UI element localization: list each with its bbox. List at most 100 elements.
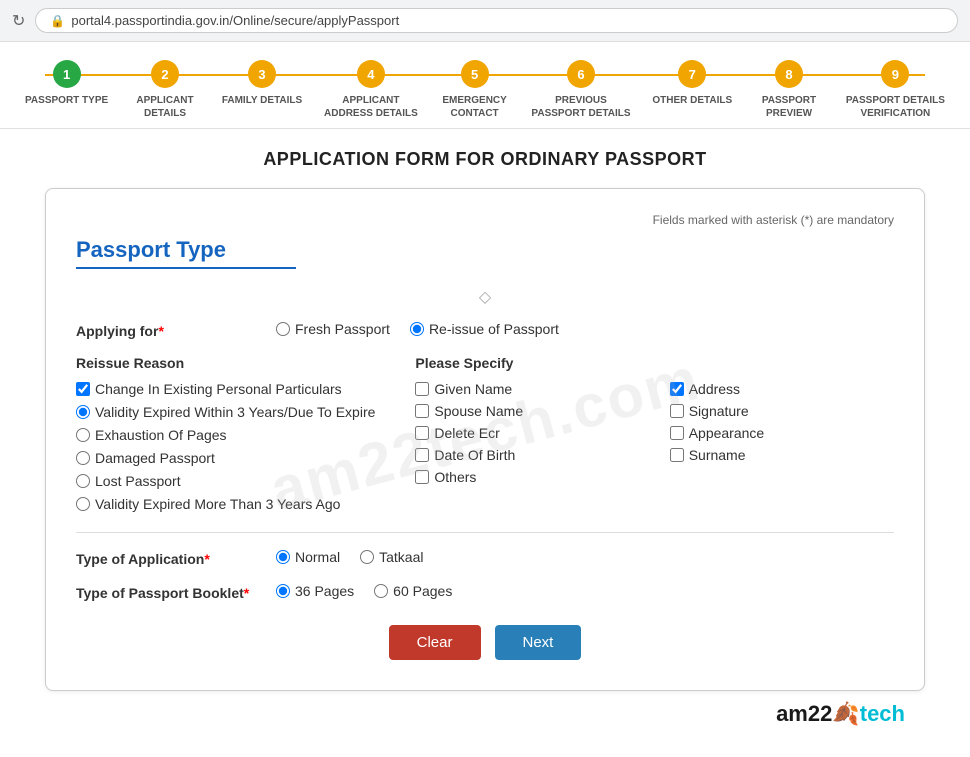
url-bar[interactable]: 🔒 portal4.passportindia.gov.in/Online/se…	[35, 8, 958, 33]
checkbox-signature[interactable]	[670, 404, 684, 418]
label-appearance: Appearance	[689, 425, 765, 441]
browser-bar: ↻ 🔒 portal4.passportindia.gov.in/Online/…	[0, 0, 970, 42]
type-of-booklet-controls: 36 Pages 60 Pages	[276, 583, 894, 599]
branding-leaf: 🍂	[832, 701, 859, 726]
step-circle-5: 5	[461, 60, 489, 88]
label-damaged: Damaged Passport	[95, 450, 215, 466]
type-of-booklet-label: Type of Passport Booklet*	[76, 583, 256, 601]
step-8[interactable]: 8 PASSPORTPREVIEW	[754, 60, 824, 120]
specify-signature[interactable]: Signature	[670, 403, 894, 419]
clear-button[interactable]: Clear	[389, 625, 481, 660]
specify-appearance[interactable]: Appearance	[670, 425, 894, 441]
checkbox-delete-ecr[interactable]	[415, 426, 429, 440]
label-date-of-birth: Date Of Birth	[434, 447, 515, 463]
reissue-reasons-list: Change In Existing Personal Particulars …	[76, 381, 375, 512]
section-title: Passport Type	[76, 237, 894, 263]
divider	[76, 532, 894, 533]
step-5[interactable]: 5 EMERGENCYCONTACT	[440, 60, 510, 120]
applying-for-label: Applying for*	[76, 321, 256, 339]
radio-reissue-passport[interactable]: Re-issue of Passport	[410, 321, 559, 337]
reissue-validity-more[interactable]: Validity Expired More Than 3 Years Ago	[76, 496, 375, 512]
specify-delete-ecr[interactable]: Delete Ecr	[415, 425, 639, 441]
radio-60-pages-input[interactable]	[374, 584, 388, 598]
specify-date-of-birth[interactable]: Date Of Birth	[415, 447, 639, 463]
radio-60-pages-label: 60 Pages	[393, 583, 452, 599]
step-label-5: EMERGENCYCONTACT	[442, 94, 506, 120]
specify-grid: Given Name Address Spouse Name Sign	[415, 381, 894, 485]
step-7[interactable]: 7 OTHER DETAILS	[652, 60, 732, 107]
radio-60-pages[interactable]: 60 Pages	[374, 583, 452, 599]
page: 1 PASSPORT TYPE 2 APPLICANTDETAILS 3 FAM…	[0, 42, 970, 757]
checkbox-spouse-name[interactable]	[415, 404, 429, 418]
type-of-application-row: Type of Application* Normal Tatkaal	[76, 549, 894, 567]
step-9[interactable]: 9 PASSPORT DETAILSVERIFICATION	[846, 60, 945, 120]
step-1[interactable]: 1 PASSPORT TYPE	[25, 60, 108, 107]
button-row: Clear Next	[76, 625, 894, 660]
steps-container: 1 PASSPORT TYPE 2 APPLICANTDETAILS 3 FAM…	[25, 60, 945, 120]
checkbox-change-personal[interactable]	[76, 382, 90, 396]
branding-tech: tech	[860, 701, 905, 726]
reissue-lost[interactable]: Lost Passport	[76, 473, 375, 489]
step-label-7: OTHER DETAILS	[652, 94, 732, 107]
step-label-8: PASSPORTPREVIEW	[762, 94, 816, 120]
radio-normal-input[interactable]	[276, 550, 290, 564]
radio-lost[interactable]	[76, 474, 90, 488]
checkbox-others[interactable]	[415, 470, 429, 484]
application-type-radio-group: Normal Tatkaal	[276, 549, 894, 565]
reissue-left: Reissue Reason Change In Existing Person…	[76, 355, 375, 512]
specify-given-name[interactable]: Given Name	[415, 381, 639, 397]
radio-fresh-passport[interactable]: Fresh Passport	[276, 321, 390, 337]
radio-validity-more[interactable]	[76, 497, 90, 511]
label-address: Address	[689, 381, 740, 397]
reissue-damaged[interactable]: Damaged Passport	[76, 450, 375, 466]
step-circle-8: 8	[775, 60, 803, 88]
url-text: portal4.passportindia.gov.in/Online/secu…	[71, 13, 399, 28]
reissue-exhaustion[interactable]: Exhaustion Of Pages	[76, 427, 375, 443]
label-lost: Lost Passport	[95, 473, 181, 489]
steps-bar: 1 PASSPORT TYPE 2 APPLICANTDETAILS 3 FAM…	[0, 42, 970, 129]
reissue-right: Please Specify Given Name Address Spo	[415, 355, 894, 512]
reissue-validity-expired[interactable]: Validity Expired Within 3 Years/Due To E…	[76, 404, 375, 420]
specify-others[interactable]: Others	[415, 469, 639, 485]
step-3[interactable]: 3 FAMILY DETAILS	[222, 60, 302, 107]
step-circle-2: 2	[151, 60, 179, 88]
specify-surname[interactable]: Surname	[670, 447, 894, 463]
step-4[interactable]: 4 APPLICANTADDRESS DETAILS	[324, 60, 418, 120]
lock-icon: 🔒	[50, 14, 65, 28]
reissue-change-personal[interactable]: Change In Existing Personal Particulars	[76, 381, 375, 397]
radio-damaged[interactable]	[76, 451, 90, 465]
radio-normal[interactable]: Normal	[276, 549, 340, 565]
next-button[interactable]: Next	[495, 625, 582, 660]
step-6[interactable]: 6 PREVIOUSPASSPORT DETAILS	[531, 60, 630, 120]
radio-36-pages[interactable]: 36 Pages	[276, 583, 354, 599]
checkbox-address[interactable]	[670, 382, 684, 396]
radio-validity-expired[interactable]	[76, 405, 90, 419]
label-others: Others	[434, 469, 476, 485]
reissue-reason-title: Reissue Reason	[76, 355, 375, 371]
step-circle-4: 4	[357, 60, 385, 88]
checkbox-surname[interactable]	[670, 448, 684, 462]
radio-normal-label: Normal	[295, 549, 340, 565]
step-label-3: FAMILY DETAILS	[222, 94, 302, 107]
radio-tatkaal-input[interactable]	[360, 550, 374, 564]
radio-exhaustion[interactable]	[76, 428, 90, 442]
checkbox-date-of-birth[interactable]	[415, 448, 429, 462]
applying-for-radio-group: Fresh Passport Re-issue of Passport	[276, 321, 894, 337]
step-label-9: PASSPORT DETAILSVERIFICATION	[846, 94, 945, 120]
radio-fresh-passport-input[interactable]	[276, 322, 290, 336]
applying-for-row: Applying for* Fresh Passport Re-issue of…	[76, 321, 894, 339]
step-2[interactable]: 2 APPLICANTDETAILS	[130, 60, 200, 120]
radio-36-pages-input[interactable]	[276, 584, 290, 598]
radio-tatkaal-label: Tatkaal	[379, 549, 423, 565]
checkbox-given-name[interactable]	[415, 382, 429, 396]
radio-tatkaal[interactable]: Tatkaal	[360, 549, 423, 565]
specify-spouse-name[interactable]: Spouse Name	[415, 403, 639, 419]
booklet-type-radio-group: 36 Pages 60 Pages	[276, 583, 894, 599]
form-title: APPLICATION FORM FOR ORDINARY PASSPORT	[45, 149, 925, 170]
type-of-application-controls: Normal Tatkaal	[276, 549, 894, 565]
specify-address[interactable]: Address	[670, 381, 894, 397]
checkbox-appearance[interactable]	[670, 426, 684, 440]
refresh-icon[interactable]: ↻	[12, 11, 25, 31]
radio-reissue-passport-input[interactable]	[410, 322, 424, 336]
step-label-6: PREVIOUSPASSPORT DETAILS	[531, 94, 630, 120]
